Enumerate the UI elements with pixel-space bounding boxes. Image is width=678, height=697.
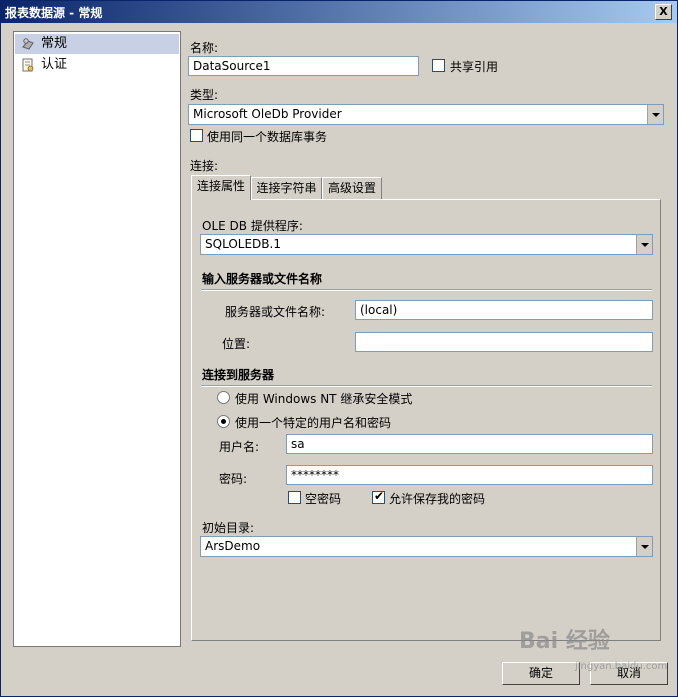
title-bar: 报表数据源 - 常规 X <box>1 1 677 23</box>
auth-windows-label: 使用 Windows NT 继承安全模式 <box>235 392 413 406</box>
watermark-url: jingyan.baidu.com <box>575 661 668 672</box>
blank-password-checkbox[interactable] <box>288 491 301 504</box>
dialog-window: 报表数据源 - 常规 X 常规 认证 名称: DataSource1 共享引用 … <box>0 0 678 697</box>
initial-catalog-label: 初始目录: <box>202 521 255 535</box>
username-label: 用户名: <box>219 440 260 454</box>
blank-password-label: 空密码 <box>305 492 342 506</box>
password-label: 密码: <box>219 472 248 486</box>
close-button[interactable]: X <box>655 4 672 20</box>
chevron-down-icon[interactable] <box>636 537 652 556</box>
connection-label: 连接: <box>190 159 219 173</box>
watermark-text: Bai 经验 <box>519 629 610 654</box>
tab-connection-properties[interactable]: 连接属性 <box>191 175 251 200</box>
save-password-checkbox[interactable]: ✔ <box>372 489 385 504</box>
radio-selected-dot <box>221 419 226 424</box>
nav-item-label: 常规 <box>41 36 68 51</box>
close-icon: X <box>659 5 668 18</box>
nav-item-auth[interactable]: 认证 <box>15 55 179 75</box>
check-icon: ✔ <box>374 489 385 503</box>
shared-reference-checkbox[interactable] <box>432 59 445 72</box>
type-select[interactable]: Microsoft OleDb Provider <box>188 104 664 125</box>
provider-value: SQLOLEDB.1 <box>205 237 281 251</box>
server-section-heading: 输入服务器或文件名称 <box>202 272 323 286</box>
nav-list: 常规 认证 <box>13 31 181 647</box>
password-input[interactable]: ******** <box>286 465 653 485</box>
shared-reference-label: 共享引用 <box>450 60 499 74</box>
initial-catalog-value: ArsDemo <box>205 539 261 553</box>
chevron-down-icon[interactable] <box>647 105 663 124</box>
server-label: 服务器或文件名称: <box>225 305 326 319</box>
location-input[interactable] <box>355 332 653 352</box>
baidu-watermark: Bai 经验 jingyan.baidu.com <box>519 623 669 679</box>
name-input[interactable]: DataSource1 <box>188 56 419 76</box>
connect-section-heading: 连接到服务器 <box>202 368 275 382</box>
initial-catalog-select[interactable]: ArsDemo <box>200 536 653 557</box>
section-divider <box>201 289 652 291</box>
tab-advanced-settings[interactable]: 高级设置 <box>322 177 382 199</box>
same-transaction-label: 使用同一个数据库事务 <box>207 130 328 144</box>
type-label: 类型: <box>190 88 219 102</box>
provider-label: OLE DB 提供程序: <box>202 219 303 233</box>
location-label: 位置: <box>222 337 251 351</box>
gear-icon <box>22 38 34 50</box>
auth-user-label: 使用一个特定的用户名和密码 <box>235 416 392 430</box>
provider-select[interactable]: SQLOLEDB.1 <box>200 234 653 255</box>
save-password-label: 允许保存我的密码 <box>389 492 486 506</box>
chevron-down-icon[interactable] <box>636 235 652 254</box>
same-transaction-checkbox[interactable] <box>190 129 203 142</box>
nav-item-label: 认证 <box>41 57 68 72</box>
nav-item-general[interactable]: 常规 <box>15 34 179 54</box>
auth-windows-radio[interactable] <box>217 391 230 404</box>
username-input[interactable]: sa <box>286 434 653 454</box>
name-label: 名称: <box>190 41 219 55</box>
auth-user-radio[interactable] <box>217 415 230 428</box>
server-input[interactable]: (local) <box>355 300 653 320</box>
section-divider <box>201 385 652 387</box>
tab-connection-string[interactable]: 连接字符串 <box>251 177 322 199</box>
document-icon <box>22 58 34 72</box>
window-title: 报表数据源 - 常规 <box>5 6 103 20</box>
type-value: Microsoft OleDb Provider <box>193 107 342 121</box>
